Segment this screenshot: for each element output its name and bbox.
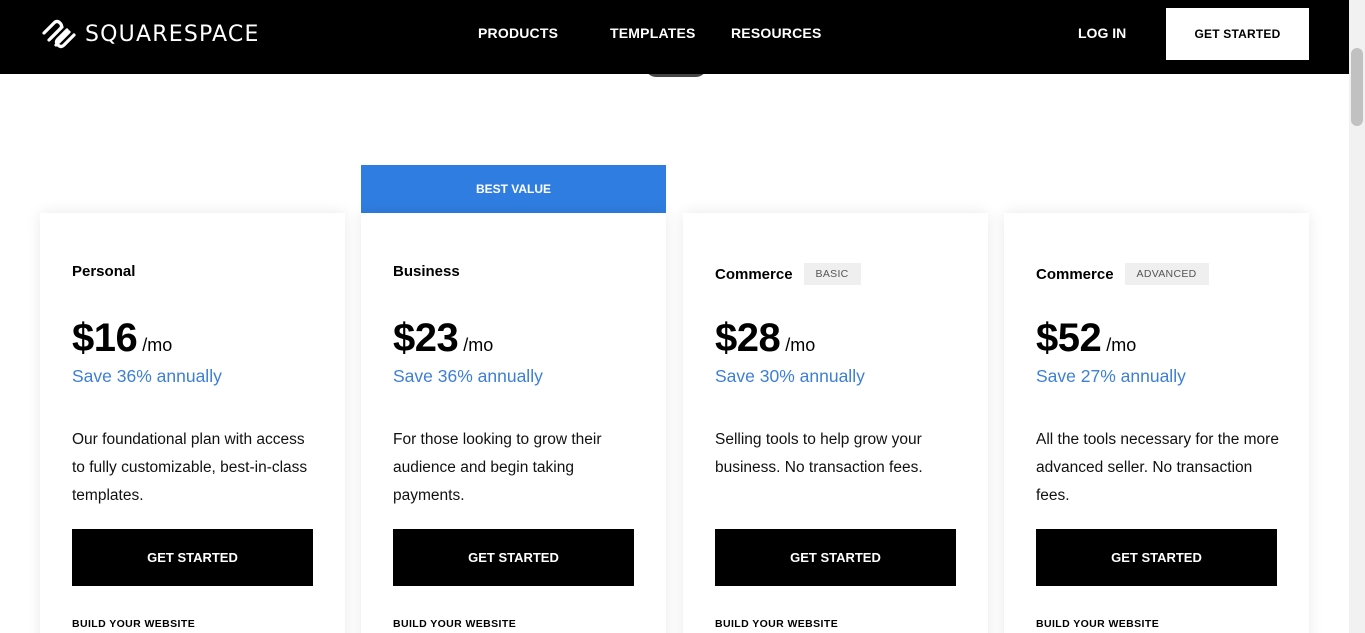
nav-templates-label[interactable]: TEMPLATES — [610, 25, 696, 41]
plan-price: $52 — [1036, 316, 1102, 360]
plan-price: $23 — [393, 316, 459, 360]
plan-period: /mo — [785, 335, 816, 355]
get-started-button[interactable]: GET STARTED — [393, 529, 634, 586]
nav-products-label[interactable]: PRODUCTS — [478, 25, 558, 41]
header-get-started-button[interactable]: GET STARTED — [1166, 8, 1309, 60]
plan-tier-badge: ADVANCED — [1124, 263, 1209, 285]
plan-savings: Save 30% annually — [715, 366, 865, 386]
get-started-button[interactable]: GET STARTED — [715, 529, 956, 586]
features-heading: BUILD YOUR WEBSITE — [72, 618, 196, 630]
plan-description: Selling tools to help grow your business… — [715, 431, 923, 476]
scrollbar-thumb[interactable] — [1351, 48, 1363, 126]
logo-text: SQUARESPACE — [85, 21, 260, 47]
plan-name: Commerce — [715, 265, 793, 283]
plan-description: All the tools necessary for the more adv… — [1036, 431, 1279, 504]
nav-products[interactable]: PRODUCTS — [478, 25, 558, 41]
scrollbar[interactable] — [1349, 0, 1365, 633]
features-heading: BUILD YOUR WEBSITE — [1036, 618, 1160, 630]
plan-name: Personal — [72, 263, 136, 280]
plan-savings: Save 27% annually — [1036, 366, 1186, 386]
nav-resources[interactable]: RESOURCES — [731, 25, 821, 41]
get-started-button[interactable]: GET STARTED — [1036, 529, 1277, 586]
plan-name: Commerce — [1036, 265, 1114, 283]
plan-savings: Save 36% annually — [393, 366, 543, 386]
plan-price: $28 — [715, 316, 781, 360]
plan-card-commerce-advanced: Commerce ADVANCED $52 /mo Save 27% annua… — [1004, 213, 1309, 633]
features-heading: BUILD YOUR WEBSITE — [715, 618, 839, 630]
features-heading: BUILD YOUR WEBSITE — [393, 618, 517, 630]
plan-period: /mo — [142, 335, 173, 355]
plan-price: $16 — [72, 316, 138, 360]
plan-description: Our foundational plan with access to ful… — [72, 431, 308, 504]
nav-templates[interactable]: TEMPLATES — [610, 25, 696, 41]
best-value-banner: BEST VALUE — [361, 165, 666, 213]
get-started-button[interactable]: GET STARTED — [72, 529, 313, 586]
login-link[interactable]: LOG IN — [1078, 25, 1126, 41]
plan-tier-badge: BASIC — [803, 263, 861, 285]
plan-savings: Save 36% annually — [72, 366, 222, 386]
plan-description: For those looking to grow their audience… — [393, 431, 602, 504]
plan-period: /mo — [1106, 335, 1137, 355]
plan-card-business: Business $23 /mo Save 36% annually For t… — [361, 213, 666, 633]
squarespace-logo-icon — [42, 19, 76, 49]
plan-period: /mo — [463, 335, 494, 355]
plan-name: Business — [393, 263, 460, 280]
logo[interactable]: SQUARESPACE — [40, 18, 260, 50]
plan-card-commerce-basic: Commerce BASIC $28 /mo Save 30% annually… — [683, 213, 988, 633]
site-header: SQUARESPACE PRODUCTS TEMPLATES RESOURCES… — [0, 0, 1349, 74]
nav-resources-label[interactable]: RESOURCES — [731, 25, 821, 41]
plan-card-personal: Personal $16 /mo Save 36% annually Our f… — [40, 213, 345, 633]
